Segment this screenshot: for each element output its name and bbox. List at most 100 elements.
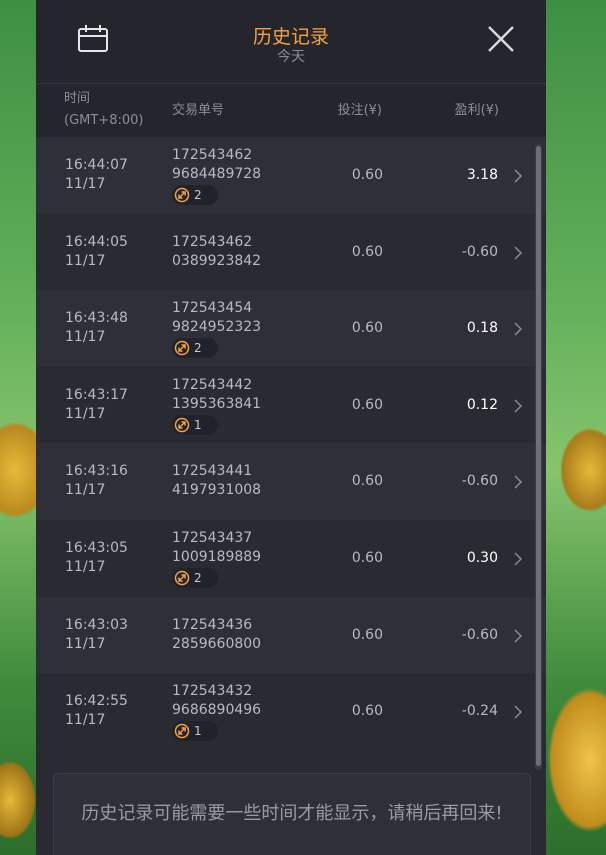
row-txid-line1: 172543437 [172, 529, 253, 546]
table-row[interactable]: 16:43:17 11/17 172543442 1395363841 1 0.… [36, 366, 546, 444]
column-timezone-label: (GMT+8:00) [64, 113, 144, 128]
row-date-value: 11/17 [65, 635, 106, 652]
row-txid-line2: 4197931008 [172, 482, 262, 499]
row-bet: 0.60 [351, 167, 383, 183]
row-time: 16:43:03 11/17 [65, 616, 128, 654]
chevron-right-icon[interactable] [513, 704, 523, 720]
row-profit: -0.24 [461, 703, 498, 720]
row-time: 16:44:05 11/17 [65, 233, 128, 271]
row-txid-line2: 9686890496 [172, 702, 262, 719]
row-txid-line2: 9684489728 [172, 166, 262, 182]
column-profit: 盈利(¥) [454, 103, 499, 118]
row-time-value: 16:44:05 [65, 233, 128, 250]
chevron-right-icon[interactable] [513, 398, 523, 414]
history-panel: 历史记录 今天 时间 (GMT+8:00) 交易单号 投注(¥) 盈利(¥) 1… [36, 0, 546, 855]
scrollbar-thumb[interactable] [536, 146, 541, 766]
row-txid-line1: 172543442 [172, 376, 253, 393]
chevron-right-icon[interactable] [513, 321, 523, 337]
history-table: 16:44:07 11/17 172543462 9684489728 2 0.… [36, 137, 546, 750]
free-spin-icon [174, 723, 190, 739]
row-txid: 172543437 1009189889 2 [172, 529, 261, 592]
row-bet: 0.60 [351, 549, 383, 566]
row-time-value: 16:43:16 [65, 463, 128, 480]
row-txid-line1: 172543462 [172, 233, 253, 250]
free-spin-count: 1 [194, 417, 202, 432]
table-row[interactable]: 16:43:16 11/17 172543441 4197931008 0.60… [36, 443, 546, 520]
row-time: 16:43:05 11/17 [65, 539, 128, 577]
row-txid-line1: 172543436 [172, 616, 253, 633]
chevron-right-icon[interactable] [513, 474, 523, 490]
row-time-value: 16:43:48 [65, 310, 128, 327]
date-filter-label: 今天 [277, 49, 305, 65]
chevron-right-icon[interactable] [513, 551, 523, 567]
row-date-value: 11/17 [65, 329, 106, 346]
row-bet: 0.60 [351, 320, 383, 337]
row-txid: 172543432 9686890496 1 [172, 682, 261, 745]
row-txid-line1: 172543441 [172, 463, 253, 480]
row-date-value: 11/17 [65, 712, 106, 729]
free-spin-badge: 1 [172, 414, 218, 435]
table-row[interactable]: 16:43:48 11/17 172543454 9824952323 2 0.… [36, 290, 546, 367]
row-time-value: 16:43:17 [65, 386, 128, 403]
page-title: 历史记录 [252, 26, 329, 48]
row-profit: -0.60 [461, 626, 498, 643]
free-spin-count: 1 [194, 724, 202, 739]
table-row[interactable]: 16:44:05 11/17 172543462 0389923842 0.60… [36, 213, 546, 291]
free-spin-count: 2 [194, 570, 202, 585]
free-spin-count: 2 [194, 188, 202, 202]
row-profit: -0.60 [461, 243, 498, 260]
row-txid: 172543462 0389923842 [172, 233, 261, 271]
free-spin-badge: 2 [172, 567, 218, 588]
history-header: 历史记录 今天 [36, 0, 546, 84]
row-profit: -0.60 [461, 473, 498, 490]
table-row[interactable]: 16:43:03 11/17 172543436 2859660800 0.60… [36, 596, 546, 674]
scrollbar[interactable] [535, 144, 542, 770]
row-bet: 0.60 [351, 473, 383, 490]
table-row[interactable]: 16:42:55 11/17 172543432 9686890496 1 0.… [36, 673, 546, 750]
row-txid: 172543454 9824952323 2 [172, 299, 261, 362]
free-spin-badge: 2 [172, 338, 218, 359]
table-row[interactable]: 16:43:05 11/17 172543437 1009189889 2 0.… [36, 519, 546, 597]
row-date-value: 11/17 [65, 482, 106, 499]
row-time: 16:42:55 11/17 [65, 692, 128, 730]
row-txid-line2: 9824952323 [172, 319, 262, 336]
row-txid-line2: 1395363841 [172, 395, 262, 412]
row-time: 16:43:16 11/17 [65, 462, 128, 500]
table-row[interactable]: 16:44:07 11/17 172543462 9684489728 2 0.… [36, 137, 546, 214]
column-time-label: 时间 [64, 91, 91, 106]
row-bet: 0.60 [351, 703, 383, 720]
row-time: 16:43:17 11/17 [65, 386, 128, 424]
row-time-value: 16:43:05 [65, 539, 128, 556]
row-txid-line1: 172543462 [172, 147, 253, 163]
free-spin-count: 2 [194, 341, 202, 356]
free-spin-icon [174, 570, 190, 586]
row-time-value: 16:43:03 [65, 616, 128, 633]
row-date-value: 11/17 [65, 176, 106, 192]
row-profit: 0.18 [466, 320, 498, 337]
chevron-right-icon[interactable] [513, 245, 523, 261]
row-txid-line2: 0389923842 [172, 252, 262, 269]
row-txid: 172543441 4197931008 [172, 462, 261, 500]
row-txid: 172543462 9684489728 2 [172, 146, 261, 209]
row-profit: 0.30 [466, 549, 498, 566]
free-spin-icon [174, 417, 190, 433]
free-spin-icon [174, 340, 190, 356]
table-header: 时间 (GMT+8:00) 交易单号 投注(¥) 盈利(¥) [36, 85, 546, 137]
row-time-value: 16:42:55 [65, 693, 128, 710]
column-bet: 投注(¥) [337, 103, 382, 118]
row-time: 16:44:07 11/17 [65, 156, 128, 194]
free-spin-badge: 1 [172, 721, 218, 742]
chevron-right-icon[interactable] [513, 628, 523, 644]
row-bet: 0.60 [351, 396, 383, 413]
row-date-value: 11/17 [65, 405, 106, 422]
history-notice: 历史记录可能需要一些时间才能显示，请稍后再回来! [53, 773, 531, 855]
free-spin-badge: 2 [172, 185, 218, 205]
row-txid-line2: 1009189889 [172, 548, 262, 565]
row-time: 16:43:48 11/17 [65, 309, 128, 347]
column-txid: 交易单号 [172, 103, 225, 118]
chevron-right-icon[interactable] [513, 168, 523, 184]
close-icon[interactable] [486, 24, 516, 54]
row-bet: 0.60 [351, 243, 383, 260]
row-date-value: 11/17 [65, 252, 106, 269]
row-txid-line2: 2859660800 [172, 635, 262, 652]
